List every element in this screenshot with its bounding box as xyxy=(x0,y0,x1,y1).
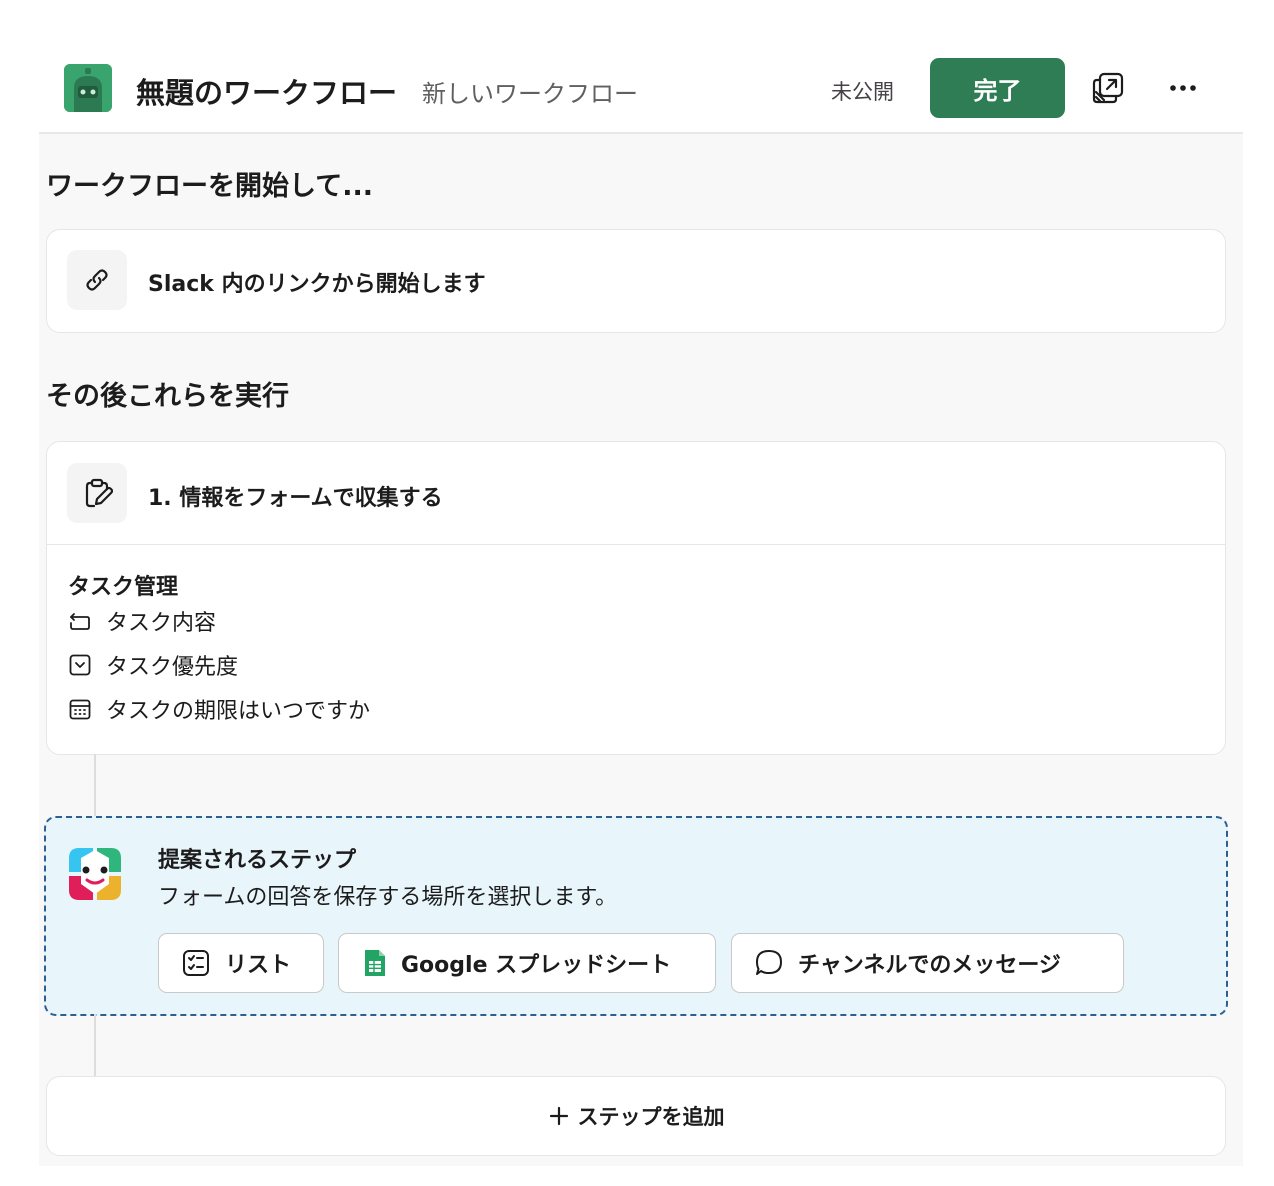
workflow-canvas: ワークフローを開始して... Slack 内のリンクから開始します その後これら… xyxy=(39,134,1243,1166)
form-title: タスク管理 xyxy=(68,575,179,600)
trigger-heading: ワークフローを開始して... xyxy=(46,171,373,202)
suggestion-chip-label: リスト xyxy=(225,953,292,978)
form-field-row: タスクの期限はいつですか xyxy=(68,694,370,724)
form-field-label: タスク内容 xyxy=(106,611,217,636)
suggestion-chip-label: Google スプレッドシート xyxy=(401,953,672,978)
more-options-icon[interactable] xyxy=(1165,72,1201,104)
suggestion-chip-google-sheets[interactable]: Google スプレッドシート xyxy=(338,933,716,993)
form-field-row: タスク内容 xyxy=(68,606,216,636)
text-field-icon xyxy=(70,613,90,630)
message-bubble-icon xyxy=(756,950,782,975)
steps-heading: その後これらを実行 xyxy=(46,381,289,412)
form-field-label: タスクの期限はいつですか xyxy=(106,699,371,724)
slack-ai-assistant-icon xyxy=(65,844,125,904)
trigger-label: Slack 内のリンクから開始します xyxy=(148,272,486,297)
step1-label: 1. 情報をフォームで収集する xyxy=(148,486,443,511)
suggested-steps-title: 提案されるステップ xyxy=(158,848,357,873)
workflow-subtitle: 新しいワークフロー xyxy=(422,80,638,108)
trigger-card[interactable]: Slack 内のリンクから開始します xyxy=(46,229,1226,333)
form-field-label: タスク優先度 xyxy=(106,655,239,680)
dropdown-field-icon xyxy=(69,654,91,676)
plus-icon xyxy=(549,1106,568,1126)
google-sheets-icon xyxy=(365,950,385,976)
header: 無題のワークフロー 新しいワークフロー 未公開 完了 xyxy=(39,0,1243,134)
step-connector xyxy=(94,1014,96,1076)
step-connector xyxy=(94,754,96,816)
publish-status: 未公開 xyxy=(831,80,894,104)
suggested-steps-panel: 提案されるステップ フォームの回答を保存する場所を選択します。 リスト Goog… xyxy=(44,816,1228,1016)
step-card-form[interactable]: 1. 情報をフォームで収集する タスク管理 タスク内容 タスク優先度 タスクの期… xyxy=(46,441,1226,755)
list-icon xyxy=(183,950,209,976)
add-step-label: ステップを追加 xyxy=(577,1105,725,1129)
link-icon xyxy=(67,250,127,310)
workflow-bot-icon xyxy=(64,64,112,112)
suggestion-chip-list[interactable]: リスト xyxy=(158,933,324,993)
form-field-row: タスク優先度 xyxy=(68,650,238,680)
add-step-button[interactable]: ステップを追加 xyxy=(46,1076,1226,1156)
step-divider xyxy=(47,544,1225,545)
suggested-steps-description: フォームの回答を保存する場所を選択します。 xyxy=(158,885,618,910)
done-button[interactable]: 完了 xyxy=(930,58,1065,118)
suggestion-chip-label: チャンネルでのメッセージ xyxy=(798,953,1061,978)
form-icon xyxy=(67,463,127,523)
calendar-field-icon xyxy=(69,699,91,720)
workflow-builder: 無題のワークフロー 新しいワークフロー 未公開 完了 ワークフローを開始して..… xyxy=(39,0,1243,1166)
open-in-new-window-icon[interactable] xyxy=(1090,70,1126,106)
suggestion-chip-channel-message[interactable]: チャンネルでのメッセージ xyxy=(731,933,1124,993)
workflow-title[interactable]: 無題のワークフロー xyxy=(136,70,397,112)
